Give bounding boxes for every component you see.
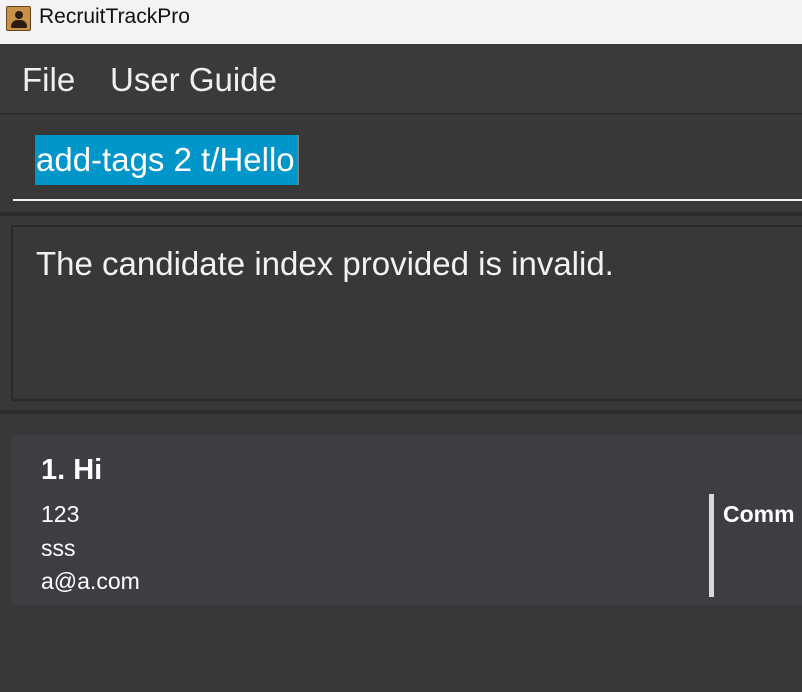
- candidate-email: a@a.com: [41, 568, 140, 594]
- command-input[interactable]: add-tags 2 t/Hello: [13, 117, 802, 201]
- contact-card-icon: [6, 6, 31, 31]
- menu-file[interactable]: File: [22, 61, 75, 99]
- candidate-name: 1. Hi: [41, 454, 103, 486]
- comment-label: Comm: [723, 501, 795, 527]
- window-title: RecruitTrackPro: [39, 5, 190, 28]
- result-display: The candidate index provided is invalid.: [11, 225, 802, 401]
- candidate-list[interactable]: 1. Hi 123 sss a@a.com Comm: [0, 414, 802, 692]
- text-caret: [296, 135, 299, 185]
- menu-bar: File User Guide: [0, 44, 802, 115]
- command-text[interactable]: add-tags 2 t/Hello: [35, 135, 299, 185]
- command-area: add-tags 2 t/Hello: [0, 117, 802, 212]
- divider: [0, 212, 802, 216]
- candidate-phone: 123: [41, 501, 80, 527]
- result-message: The candidate index provided is invalid.: [36, 245, 614, 282]
- candidate-address: sss: [41, 535, 76, 561]
- candidate-card[interactable]: 1. Hi 123 sss a@a.com Comm: [11, 435, 802, 605]
- comment-divider: [709, 494, 714, 597]
- menu-user-guide[interactable]: User Guide: [110, 61, 277, 99]
- title-bar: RecruitTrackPro: [0, 0, 802, 44]
